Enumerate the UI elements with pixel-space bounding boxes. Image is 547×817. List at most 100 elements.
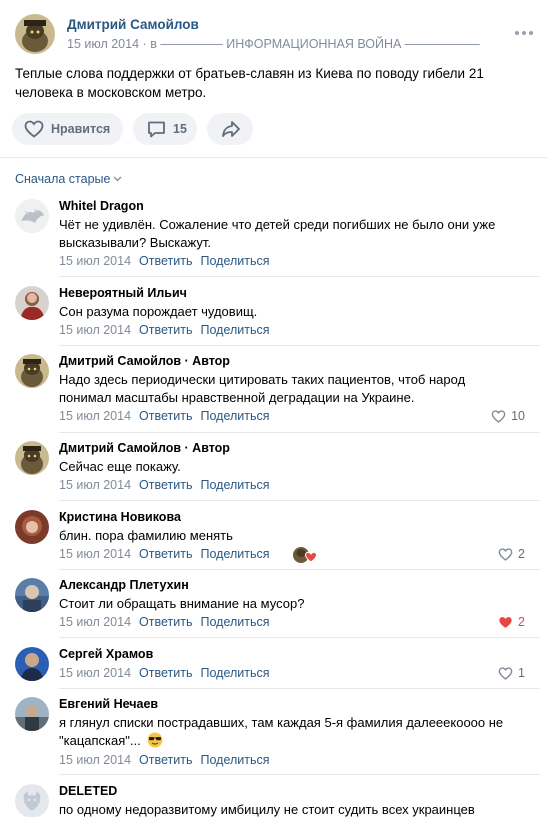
comment-text: Сейчас еще покажу. [59,459,181,474]
share-link[interactable]: Поделиться [200,753,269,767]
comment-footer: 15 июл 2014 Ответить Поделиться [59,409,270,423]
reply-link[interactable]: Ответить [139,547,192,561]
share-arrow-icon [222,121,240,137]
comment-footer: 15 июл 2014 Ответить Поделиться [59,666,270,680]
comment-date[interactable]: 15 июл 2014 [59,615,131,629]
commenter-name[interactable]: Александр Плетухин [59,578,189,592]
commenter-name[interactable]: Сергей Храмов [59,647,153,661]
comment-divider [59,688,540,689]
group-link[interactable]: ————— ИНФОРМАЦИОННАЯ ВОЙНА —————— [160,37,479,51]
comment-like-button[interactable]: 1 [498,666,525,680]
comment-date[interactable]: 15 июл 2014 [59,409,131,423]
post-meta: 15 июл 2014 · в ————— ИНФОРМАЦИОННАЯ ВОЙ… [67,37,480,51]
share-link[interactable]: Поделиться [200,409,269,423]
comment-item: Дмитрий Самойлов · Автор Надо здесь пери… [15,354,540,433]
commenter-name[interactable]: Whitel Dragon [59,199,144,213]
comment-divider [59,276,540,277]
sort-label: Сначала старые [15,172,111,186]
commenter-avatar[interactable] [15,354,49,388]
comment-like-button[interactable]: 2 [498,615,525,629]
commenter-avatar[interactable] [15,647,49,681]
like-button[interactable]: Нравится [12,113,123,145]
liked-by-author-icon[interactable] [292,546,318,564]
comment-like-count: 2 [518,547,525,561]
share-link[interactable]: Поделиться [200,547,269,561]
comment-date[interactable]: 15 июл 2014 [59,547,131,561]
reply-link[interactable]: Ответить [139,615,192,629]
share-link[interactable]: Поделиться [200,323,269,337]
comment-divider [59,637,540,638]
share-link[interactable]: Поделиться [200,666,269,680]
comment-date[interactable]: 15 июл 2014 [59,323,131,337]
comment-footer: 15 июл 2014 Ответить Поделиться [59,254,270,268]
comment-text: по одному недоразвитому имбицилу не стои… [59,802,475,817]
like-label: Нравится [51,122,111,136]
comment-date[interactable]: 15 июл 2014 [59,666,131,680]
comment-item: Whitel Dragon Чёт не удивлён. Сожаление … [15,199,540,277]
commenter-avatar[interactable] [15,441,49,475]
commenter-avatar[interactable] [15,697,49,731]
comment-like-count: 2 [518,615,525,629]
meta-separator: · [142,37,147,51]
reply-link[interactable]: Ответить [139,478,192,492]
commenter-avatar[interactable] [15,199,49,233]
commenter-name[interactable]: Кристина Новикова [59,510,181,524]
comment-text: Чёт не удивлён. Сожаление что детей сред… [59,217,496,250]
share-button[interactable] [207,113,253,145]
commenter-avatar[interactable] [15,286,49,320]
commenter-name[interactable]: Дмитрий Самойлов · Автор [59,354,230,368]
reply-link[interactable]: Ответить [139,409,192,423]
share-link[interactable]: Поделиться [200,615,269,629]
commenter-avatar[interactable] [15,510,49,544]
post-header: Дмитрий Самойлов 15 июл 2014 · в ————— И… [15,14,535,56]
commenter-avatar[interactable] [15,578,49,612]
comment-like-button[interactable]: 10 [491,409,525,423]
comment-text: я глянул списки пострадавших, там каждая… [59,715,504,748]
heart-outline-icon [498,666,513,680]
comment-item: Дмитрий Самойлов · Автор Сейчас еще пока… [15,441,540,501]
comment-divider [59,569,540,570]
comment-item: Сергей Храмов 15 июл 2014 Ответить Подел… [15,647,540,689]
comment-divider [59,774,540,775]
commenter-name[interactable]: Дмитрий Самойлов · Автор [59,441,230,455]
share-link[interactable]: Поделиться [200,254,269,268]
chevron-down-icon [114,176,122,182]
comment-date[interactable]: 15 июл 2014 [59,254,131,268]
comment-item: Евгений Нечаев я глянул списки пострадав… [15,697,540,775]
comment-footer: 15 июл 2014 Ответить Поделиться [59,478,270,492]
comment-divider [59,432,540,433]
comment-item: Кристина Новикова блин. пора фамилию мен… [15,510,540,570]
comment-divider [59,345,540,346]
heart-filled-icon [499,616,512,628]
comment-button[interactable]: 15 [133,113,197,145]
comment-text: блин. пора фамилию менять [59,528,233,543]
heart-icon [24,120,44,138]
comment-divider [59,500,540,501]
comment-date[interactable]: 15 июл 2014 [59,753,131,767]
post-text: Теплые слова поддержки от братьев-славян… [15,66,484,100]
author-name[interactable]: Дмитрий Самойлов [67,17,199,32]
share-link[interactable]: Поделиться [200,478,269,492]
commenter-name[interactable]: DELETED [59,784,117,798]
reply-link[interactable]: Ответить [139,666,192,680]
comment-date[interactable]: 15 июл 2014 [59,478,131,492]
author-avatar[interactable] [15,14,55,54]
sort-toggle[interactable]: Сначала старые [15,172,122,186]
commenter-name[interactable]: Евгений Нечаев [59,697,158,711]
reply-link[interactable]: Ответить [139,254,192,268]
heart-outline-icon [498,547,513,561]
reply-link[interactable]: Ответить [139,323,192,337]
commenter-avatar[interactable] [15,784,49,817]
comment-footer: 15 июл 2014 Ответить Поделиться [59,323,270,337]
divider [0,157,547,158]
comment-text: Сон разума порождает чудовищ. [59,304,258,319]
reply-link[interactable]: Ответить [139,753,192,767]
comment-text: Надо здесь периодически цитировать таких… [59,372,466,405]
comment-item: DELETED по одному недоразвитому имбицилу… [15,784,525,817]
comment-count: 15 [173,122,187,136]
comment-footer: 15 июл 2014 Ответить Поделиться [59,753,270,767]
post-date[interactable]: 15 июл 2014 [67,37,139,51]
commenter-name[interactable]: Невероятный Ильич [59,286,187,300]
comment-like-button[interactable]: 2 [498,547,525,561]
more-dots-icon[interactable] [513,26,535,40]
